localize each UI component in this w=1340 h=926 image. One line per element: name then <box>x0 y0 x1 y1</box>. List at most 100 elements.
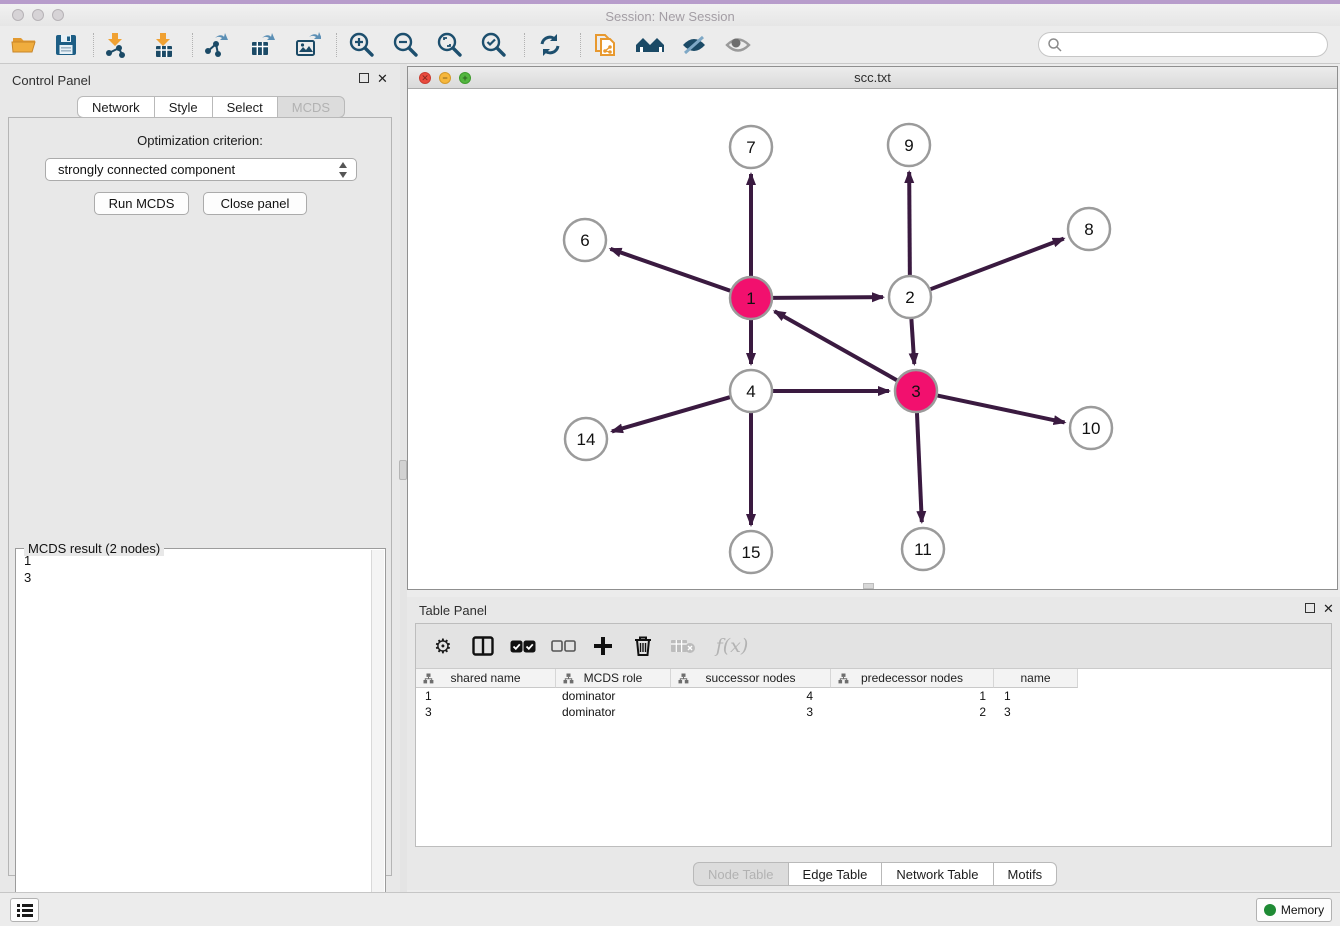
memory-status-icon <box>1264 904 1276 916</box>
graph-node-4[interactable]: 4 <box>730 370 772 412</box>
toggle-panes-icon[interactable] <box>470 633 496 659</box>
vertical-splitter-handle[interactable] <box>399 460 407 480</box>
table-row[interactable]: 1 dominator 4 1 1 <box>416 688 1331 704</box>
save-session-icon[interactable] <box>52 31 80 59</box>
memory-button[interactable]: Memory <box>1256 898 1332 922</box>
mcds-panel: Optimization criterion: strongly connect… <box>8 117 392 876</box>
tab-edge-table[interactable]: Edge Table <box>789 862 883 886</box>
app-titlebar: Session: New Session <box>0 4 1340 26</box>
graph-node-8[interactable]: 8 <box>1068 208 1110 250</box>
cell-name: 3 <box>994 704 1078 720</box>
mcds-result-scrollbar[interactable] <box>371 550 384 924</box>
graph-node-10[interactable]: 10 <box>1070 407 1112 449</box>
tab-style[interactable]: Style <box>155 96 213 118</box>
network-window-titlebar: ✕ − + scc.txt <box>408 67 1337 89</box>
float-table-panel-icon[interactable] <box>1305 601 1315 616</box>
import-table-icon[interactable] <box>150 31 178 59</box>
deselect-all-columns-icon[interactable] <box>550 633 576 659</box>
tab-mcds[interactable]: MCDS <box>278 96 345 118</box>
column-header-predecessor-nodes[interactable]: predecessor nodes <box>831 669 994 688</box>
graph-node-9[interactable]: 9 <box>888 124 930 166</box>
show-all-icon[interactable] <box>724 31 752 59</box>
add-column-icon[interactable] <box>590 633 616 659</box>
column-type-icon <box>423 673 434 684</box>
network-graph[interactable]: 7 9 6 8 1 2 4 3 14 10 15 11 <box>408 89 1337 589</box>
graph-node-1[interactable]: 1 <box>730 277 772 319</box>
tab-network-table[interactable]: Network Table <box>882 862 993 886</box>
list-icon <box>16 902 34 918</box>
mcds-result-text: 1 3 <box>16 552 368 586</box>
close-panel-button[interactable]: Close panel <box>203 192 307 215</box>
task-history-button[interactable] <box>10 898 39 922</box>
column-type-icon <box>838 673 849 684</box>
graph-node-3[interactable]: 3 <box>895 370 937 412</box>
table-settings-icon[interactable]: ⚙ <box>430 633 456 659</box>
svg-text:6: 6 <box>580 231 589 250</box>
graph-node-2[interactable]: 2 <box>889 276 931 318</box>
column-type-icon <box>678 673 689 684</box>
svg-text:11: 11 <box>914 540 932 559</box>
open-session-icon[interactable] <box>10 31 38 59</box>
svg-text:8: 8 <box>1084 220 1093 239</box>
float-panel-icon[interactable] <box>359 71 369 86</box>
hide-selected-icon[interactable] <box>680 31 708 59</box>
zoom-fit-icon[interactable] <box>436 31 464 59</box>
run-mcds-button[interactable]: Run MCDS <box>94 192 189 215</box>
toolbar-separator <box>93 33 94 57</box>
horizontal-splitter-handle[interactable] <box>863 583 874 589</box>
column-header-shared-name[interactable]: shared name <box>416 669 556 688</box>
zoom-selected-icon[interactable] <box>480 31 508 59</box>
graph-node-6[interactable]: 6 <box>564 219 606 261</box>
optimization-criterion-value: strongly connected component <box>58 162 235 177</box>
column-label: name <box>1020 671 1050 685</box>
delete-table-icon <box>670 633 696 659</box>
close-table-panel-icon[interactable]: ✕ <box>1323 601 1334 617</box>
tab-network[interactable]: Network <box>77 96 155 118</box>
optimization-criterion-label: Optimization criterion: <box>9 133 391 148</box>
tab-select[interactable]: Select <box>213 96 278 118</box>
column-label: shared name <box>450 671 520 685</box>
graph-node-15[interactable]: 15 <box>730 531 772 573</box>
memory-label: Memory <box>1281 903 1324 917</box>
column-header-successor-nodes[interactable]: successor nodes <box>671 669 831 688</box>
svg-text:4: 4 <box>746 382 755 401</box>
search-input[interactable] <box>1063 37 1313 52</box>
column-header-mcds-role[interactable]: MCDS role <box>556 669 671 688</box>
graph-node-14[interactable]: 14 <box>565 418 607 460</box>
graph-node-7[interactable]: 7 <box>730 126 772 168</box>
toolbar-separator <box>580 33 581 57</box>
close-panel-icon[interactable]: ✕ <box>377 71 388 87</box>
tab-motifs[interactable]: Motifs <box>994 862 1058 886</box>
svg-text:7: 7 <box>746 138 755 157</box>
cell-successor-nodes: 3 <box>671 704 831 720</box>
column-label: predecessor nodes <box>861 671 963 685</box>
zoom-in-icon[interactable] <box>348 31 376 59</box>
refresh-icon[interactable] <box>536 31 564 59</box>
delete-column-icon[interactable] <box>630 633 656 659</box>
new-network-from-selection-icon[interactable] <box>592 31 620 59</box>
tab-node-table[interactable]: Node Table <box>693 862 789 886</box>
function-builder-icon: f(x) <box>710 633 754 659</box>
export-table-icon[interactable] <box>248 31 276 59</box>
node-table: shared name MCDS role successor nodes pr… <box>416 669 1331 846</box>
column-type-icon <box>563 673 574 684</box>
zoom-out-icon[interactable] <box>392 31 420 59</box>
node-table-container: ⚙ f(x) s <box>415 623 1332 847</box>
optimization-criterion-select[interactable]: strongly connected component <box>45 158 357 181</box>
cell-mcds-role: dominator <box>556 688 671 704</box>
app-title: Session: New Session <box>0 8 1340 26</box>
svg-text:9: 9 <box>904 136 913 155</box>
main-toolbar <box>0 26 1340 64</box>
table-panel: Table Panel ✕ ⚙ f(x) <box>407 597 1340 890</box>
import-network-icon[interactable] <box>102 31 130 59</box>
first-neighbors-icon[interactable] <box>634 31 668 59</box>
search-icon <box>1047 37 1063 53</box>
search-field[interactable] <box>1038 32 1328 57</box>
export-image-icon[interactable] <box>294 31 322 59</box>
select-all-columns-icon[interactable] <box>510 633 536 659</box>
export-network-icon[interactable] <box>202 31 230 59</box>
column-header-name[interactable]: name <box>994 669 1078 688</box>
table-row[interactable]: 3 dominator 3 2 3 <box>416 704 1331 720</box>
cell-shared-name: 1 <box>416 688 556 704</box>
graph-node-11[interactable]: 11 <box>902 528 944 570</box>
